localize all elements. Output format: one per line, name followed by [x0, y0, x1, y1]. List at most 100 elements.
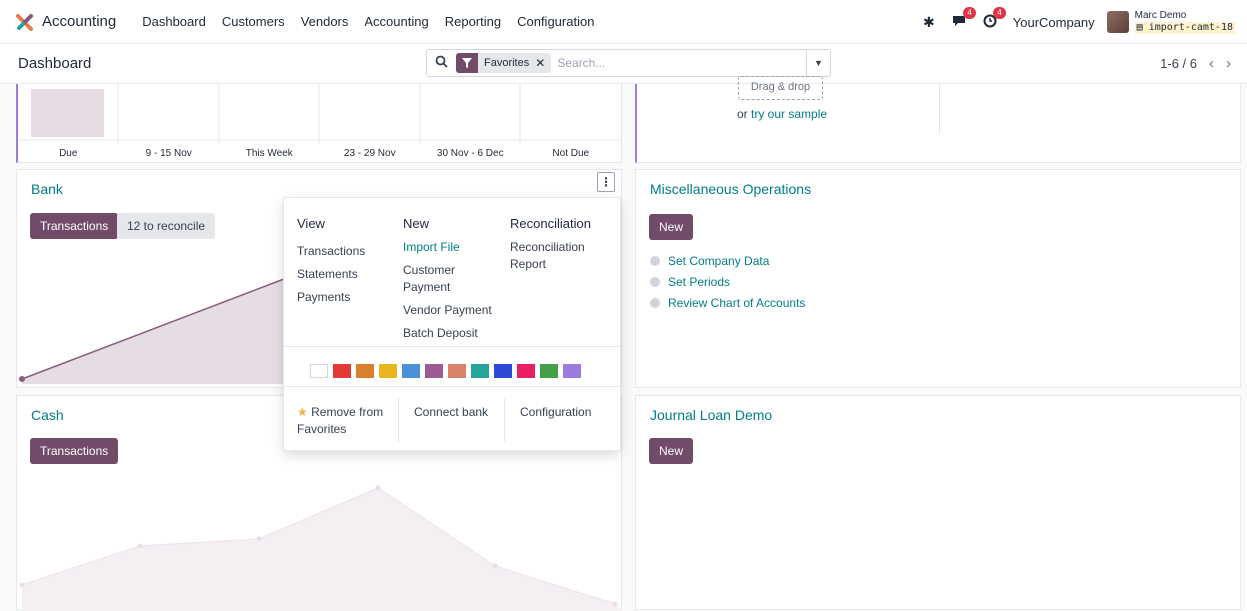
filter-icon: [456, 53, 478, 73]
or-text: or: [737, 107, 748, 121]
search-bar[interactable]: Favorites ✕ Search... ▼: [426, 49, 831, 77]
control-panel: Dashboard Favorites ✕ Search... ▼ 1-6 / …: [0, 44, 1247, 84]
dropdown-reconciliation-report[interactable]: Reconciliation Report: [510, 239, 590, 273]
messages-icon[interactable]: 4: [951, 6, 976, 31]
dropdown-new-column: New Import File Customer Payment Vendor …: [403, 216, 503, 348]
step-circle-icon: [650, 255, 660, 266]
cash-chart-point: [137, 543, 143, 549]
user-name: Marc Demo: [1134, 10, 1187, 21]
remove-favorites-label: Remove from Favorites: [297, 405, 384, 436]
drag-drop-text: Drag & drop: [750, 81, 811, 93]
menu-vendors[interactable]: Vendors: [301, 14, 349, 29]
color-swatch-3[interactable]: [379, 364, 397, 378]
x-label-30-nov-6-dec: 30 Nov - 6 Dec: [436, 148, 504, 159]
database-icon: ▤: [1136, 22, 1149, 33]
pager-next-icon[interactable]: ›: [1226, 55, 1231, 72]
loan-title[interactable]: Journal Loan Demo: [650, 407, 772, 423]
favorites-facet[interactable]: Favorites ✕: [456, 53, 552, 73]
color-swatch-1[interactable]: [333, 364, 351, 378]
user-menu[interactable]: Marc Demo ▤ import-camt-18: [1134, 10, 1235, 34]
journal-card-top-left: Due 9 - 15 Nov This Week 23 - 29 Nov 30 …: [16, 84, 622, 163]
facet-remove-icon[interactable]: ✕: [535, 56, 551, 70]
x-label-23-29-nov: 23 - 29 Nov: [343, 148, 396, 159]
list-item[interactable]: Set Periods: [650, 271, 805, 292]
systray: ✱ 4 4 YourCompany Marc Demo ▤ import-cam…: [923, 0, 1235, 44]
color-swatch-10[interactable]: [540, 364, 558, 378]
accounting-app-icon[interactable]: [16, 13, 34, 31]
color-swatch-11[interactable]: [563, 364, 581, 378]
messages-badge: 4: [963, 6, 976, 19]
dropdown-new-vendor-payment[interactable]: Vendor Payment: [403, 302, 503, 319]
step-label: Review Chart of Accounts: [668, 295, 806, 310]
pager: 1-6 / 6 ‹ ›: [1160, 55, 1231, 72]
bug-icon[interactable]: ✱: [923, 14, 935, 31]
dropdown-view-header: View: [297, 216, 325, 231]
cash-chart-area: [22, 488, 621, 611]
x-label-due: Due: [59, 148, 78, 159]
color-swatch-7[interactable]: [471, 364, 489, 378]
dropdown-new-customer-payment[interactable]: Customer Payment: [403, 262, 473, 296]
search-icon[interactable]: [435, 55, 448, 71]
user-avatar[interactable]: [1106, 11, 1129, 33]
menu-accounting[interactable]: Accounting: [364, 14, 428, 29]
color-swatch-5[interactable]: [425, 364, 443, 378]
pager-value[interactable]: 1-6 / 6: [1160, 56, 1197, 71]
app-name[interactable]: Accounting: [42, 13, 116, 30]
chevron-down-icon: ▼: [814, 58, 823, 68]
dropdown-view-statements[interactable]: Statements: [297, 266, 365, 283]
breadcrumb: Dashboard: [18, 55, 92, 72]
activities-clock-icon[interactable]: 4: [983, 6, 1006, 31]
loan-new-button[interactable]: New: [649, 438, 694, 464]
facet-label: Favorites: [484, 57, 530, 69]
company-switcher[interactable]: YourCompany: [1013, 15, 1095, 30]
color-swatch-0[interactable]: [310, 364, 328, 378]
top-navbar: Accounting Dashboard Customers Vendors A…: [0, 0, 1247, 44]
x-label-not-due: Not Due: [552, 148, 590, 159]
cash-chart-point: [492, 563, 498, 569]
bar-due: [31, 89, 104, 137]
color-swatch-2[interactable]: [356, 364, 374, 378]
bar-x-axis: Due 9 - 15 Nov This Week 23 - 29 Nov 30 …: [18, 148, 621, 159]
color-swatch-4[interactable]: [402, 364, 420, 378]
menu-dashboard[interactable]: Dashboard: [142, 14, 206, 29]
list-item[interactable]: Set Company Data: [650, 250, 805, 271]
misc-new-button[interactable]: New: [649, 214, 694, 240]
main-menu: Dashboard Customers Vendors Accounting R…: [126, 14, 594, 29]
step-label: Set Company Data: [668, 253, 770, 268]
menu-reporting[interactable]: Reporting: [445, 14, 501, 29]
dropdown-new-import-file[interactable]: Import File: [403, 239, 503, 256]
cash-chart-point: [256, 536, 262, 542]
color-swatch-6[interactable]: [448, 364, 466, 378]
footer-divider: [398, 398, 399, 442]
dropdown-view-transactions[interactable]: Transactions: [297, 243, 365, 260]
pager-previous-icon[interactable]: ‹: [1209, 55, 1214, 72]
list-item[interactable]: Review Chart of Accounts: [650, 292, 805, 313]
configuration-item[interactable]: Configuration: [520, 404, 591, 421]
drag-drop-zone[interactable]: Drag & drop: [738, 76, 823, 100]
journal-card-top-right: Drag & drop or try our sample: [635, 76, 1241, 163]
star-icon: ★: [297, 405, 308, 419]
footer-divider: [504, 398, 505, 442]
connect-bank-item[interactable]: Connect bank: [414, 404, 488, 421]
x-label-this-week: This Week: [245, 148, 293, 159]
search-options-toggle[interactable]: ▼: [806, 50, 830, 76]
color-swatch-9[interactable]: [517, 364, 535, 378]
menu-configuration[interactable]: Configuration: [517, 14, 594, 29]
remove-favorites-item[interactable]: ★ Remove from Favorites: [297, 404, 392, 438]
misc-title[interactable]: Miscellaneous Operations: [650, 181, 811, 197]
dropdown-new-batch-deposit[interactable]: Batch Deposit: [403, 325, 503, 342]
try-sample-link[interactable]: try our sample: [751, 107, 827, 121]
color-swatch-8[interactable]: [494, 364, 512, 378]
dropdown-view-column: View Transactions Statements Payments: [297, 216, 365, 312]
search-input[interactable]: Search...: [557, 56, 605, 70]
step-label: Set Periods: [668, 274, 731, 289]
onboarding-list: Set Company Data Set Periods Review Char…: [650, 250, 805, 313]
bank-chart-point: [19, 376, 25, 382]
dropdown-separator: [284, 386, 620, 387]
loan-journal-card: Journal Loan Demo New: [635, 395, 1241, 610]
menu-customers[interactable]: Customers: [222, 14, 285, 29]
divider: [939, 84, 940, 134]
x-label-9-15-nov: 9 - 15 Nov: [145, 148, 192, 159]
dropdown-view-payments[interactable]: Payments: [297, 289, 365, 306]
misc-operations-card: Miscellaneous Operations New Set Company…: [635, 169, 1241, 388]
